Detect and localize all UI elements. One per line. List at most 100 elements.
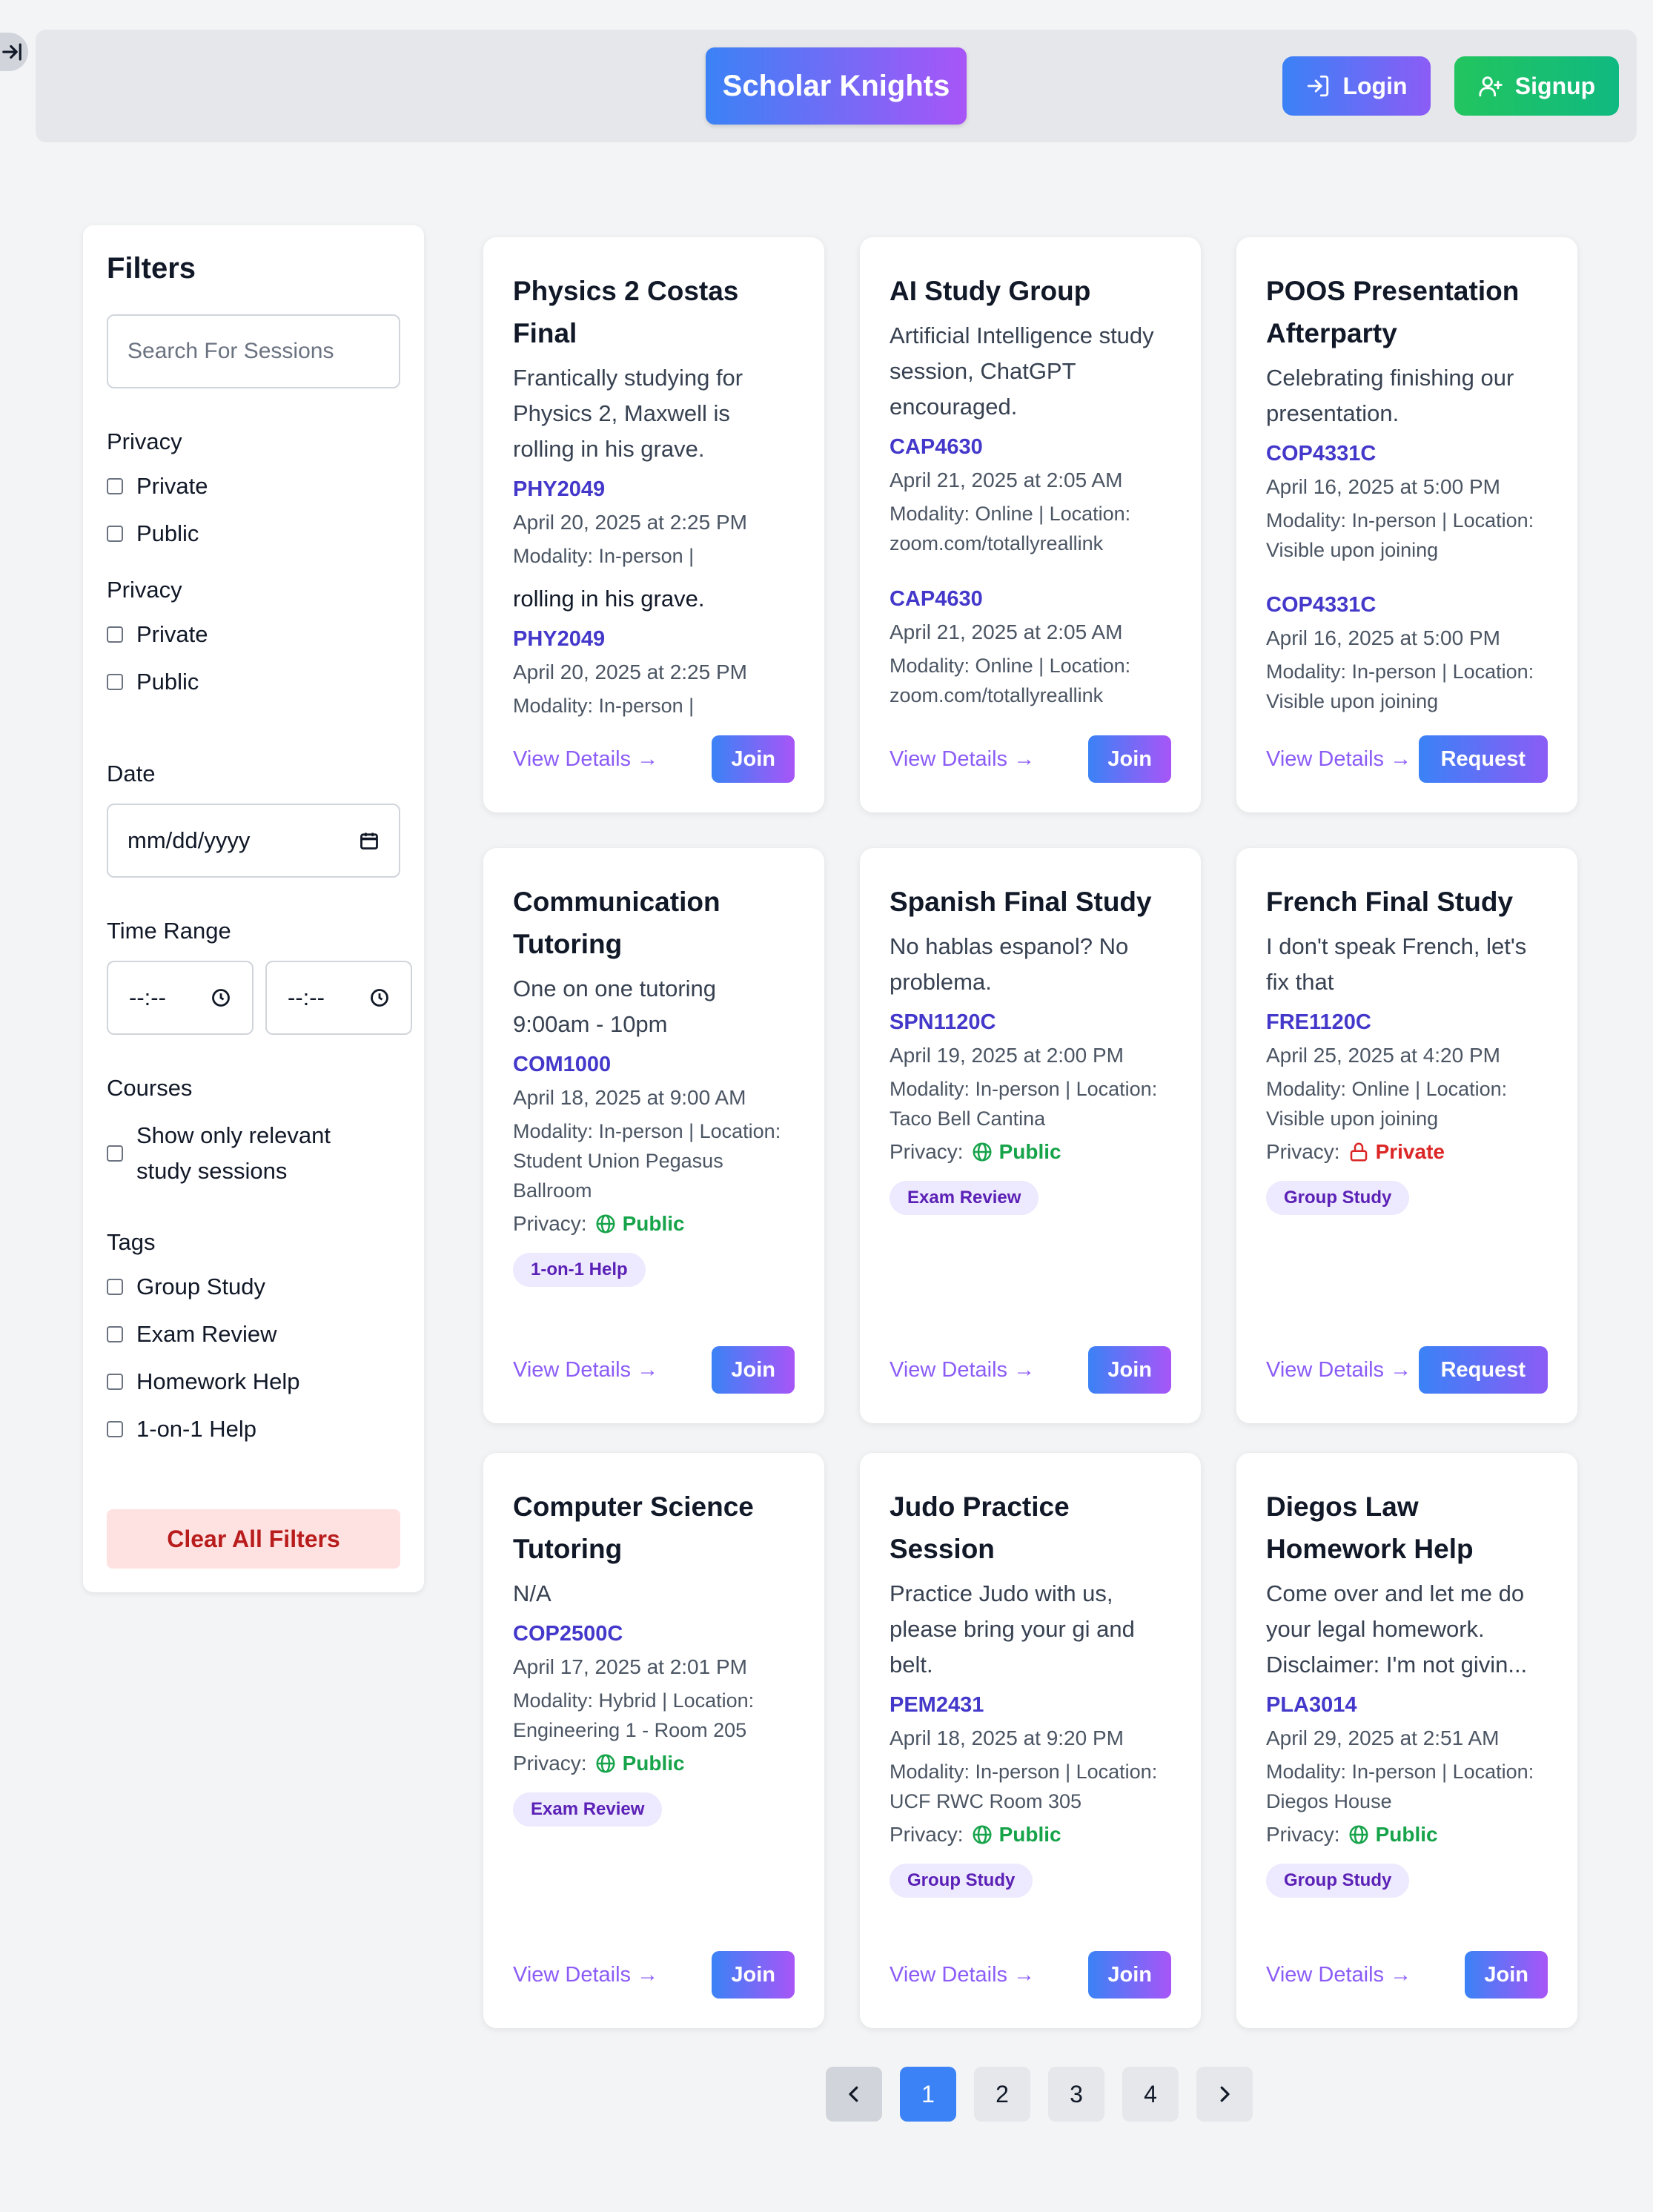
session-title: Spanish Final Study: [890, 887, 1152, 917]
checkbox-label: Exam Review: [136, 1321, 277, 1347]
login-label: Login: [1342, 72, 1408, 99]
session-title: Physics 2 Costas Final: [513, 276, 739, 348]
course-code: PLA3014: [1266, 1693, 1357, 1717]
signup-button[interactable]: Signup: [1454, 56, 1619, 116]
privacy-label: Privacy:: [1266, 1823, 1340, 1846]
brand-logo[interactable]: Scholar Knights: [706, 47, 967, 125]
privacy-public-checkbox[interactable]: Public: [107, 520, 199, 547]
join-button[interactable]: Join: [1465, 1951, 1548, 1999]
join-button[interactable]: Join: [712, 1346, 795, 1394]
privacy-public-badge: Public: [971, 1136, 1061, 1168]
session-title: POOS Presentation Afterparty: [1266, 276, 1520, 348]
course-code-overflow: PHY2049: [513, 627, 606, 651]
login-button[interactable]: Login: [1282, 56, 1431, 116]
join-button[interactable]: Join: [1088, 1346, 1171, 1394]
page-button-4[interactable]: 4: [1122, 2067, 1179, 2122]
globe-icon: [973, 1825, 992, 1844]
session-title: Diegos Law Homework Help: [1266, 1491, 1474, 1564]
privacy-value: Public: [622, 1212, 685, 1235]
session-modality: Modality: Online | Location: zoom.com/to…: [890, 503, 1131, 554]
join-button[interactable]: Join: [1088, 735, 1171, 783]
join-button[interactable]: Join: [712, 1951, 795, 1999]
tag-chip: Group Study: [1266, 1864, 1410, 1898]
lock-icon: [1350, 1142, 1367, 1162]
view-details-link[interactable]: View Details →: [513, 1963, 658, 1987]
clock-icon[interactable]: [211, 987, 231, 1008]
time-start-input[interactable]: --:--: [107, 961, 254, 1035]
session-title: Judo Practice Session: [890, 1491, 1070, 1564]
session-date-overflow: April 16, 2025 at 5:00 PM: [1266, 626, 1500, 649]
session-description-overflow: rolling in his grave.: [513, 586, 705, 612]
checkbox-box[interactable]: [107, 1145, 123, 1162]
checkbox-label: Private: [136, 473, 208, 499]
session-card: French Final Study I don't speak French,…: [1236, 848, 1577, 1423]
session-card: Physics 2 Costas Final Frantically study…: [483, 237, 824, 812]
checkbox-box[interactable]: [107, 1421, 123, 1437]
session-modality: Modality: Hybrid | Location: Engineering…: [513, 1689, 755, 1741]
course-code: FRE1120C: [1266, 1010, 1371, 1034]
date-input[interactable]: mm/dd/yyyy: [107, 804, 400, 878]
privacy-private-checkbox-duplicate[interactable]: Private: [107, 621, 208, 648]
privacy-label: Privacy:: [890, 1140, 964, 1163]
time-end-input[interactable]: --:--: [265, 961, 412, 1035]
join-button[interactable]: Join: [1088, 1951, 1171, 1999]
view-details-link[interactable]: View Details →: [890, 1963, 1035, 1987]
card-footer: View Details → Join: [890, 735, 1171, 783]
privacy-row: Privacy: Public: [890, 1136, 1174, 1168]
course-code: COP2500C: [513, 1622, 623, 1646]
checkbox-box[interactable]: [107, 1374, 123, 1390]
page-button-1[interactable]: 1: [900, 2067, 956, 2122]
tag-1on1-help-checkbox[interactable]: 1-on-1 Help: [107, 1416, 256, 1443]
globe-icon: [1349, 1825, 1368, 1844]
tag-exam-review-checkbox[interactable]: Exam Review: [107, 1321, 277, 1348]
next-page-button[interactable]: [1196, 2067, 1253, 2122]
session-modality: Modality: In-person | Location: Student …: [513, 1120, 781, 1202]
privacy-public-checkbox-duplicate[interactable]: Public: [107, 669, 199, 695]
session-date: April 29, 2025 at 2:51 AM: [1266, 1726, 1500, 1749]
clock-icon[interactable]: [369, 987, 390, 1008]
globe-icon: [596, 1754, 615, 1773]
relevant-sessions-checkbox[interactable]: Show only relevant study sessions: [107, 1118, 351, 1189]
request-button[interactable]: Request: [1418, 735, 1548, 783]
date-heading: Date: [107, 761, 156, 787]
search-input[interactable]: Search For Sessions: [107, 314, 400, 388]
card-footer: View Details → Join: [890, 1346, 1171, 1394]
tag-group-study-checkbox[interactable]: Group Study: [107, 1274, 265, 1300]
card-footer: View Details → Request: [1266, 1346, 1548, 1394]
filters-title: Filters: [107, 252, 196, 285]
session-modality: Modality: Online | Location: Visible upo…: [1266, 1078, 1508, 1130]
view-details-link[interactable]: View Details →: [890, 747, 1035, 772]
session-card: POOS Presentation Afterparty Celebrating…: [1236, 237, 1577, 812]
previous-page-button[interactable]: [826, 2067, 882, 2122]
session-date: April 18, 2025 at 9:20 PM: [890, 1726, 1124, 1749]
checkbox-box[interactable]: [107, 526, 123, 542]
privacy-private-checkbox[interactable]: Private: [107, 473, 208, 500]
page-button-2[interactable]: 2: [974, 2067, 1030, 2122]
privacy-public-badge: Public: [594, 1208, 685, 1239]
request-button[interactable]: Request: [1418, 1346, 1548, 1394]
view-details-link[interactable]: View Details →: [1266, 1358, 1411, 1382]
privacy-public-badge: Public: [1348, 1819, 1438, 1850]
session-date: April 19, 2025 at 2:00 PM: [890, 1044, 1124, 1067]
tag-homework-help-checkbox[interactable]: Homework Help: [107, 1368, 300, 1395]
view-details-link[interactable]: View Details →: [1266, 747, 1411, 772]
tag-chip: Group Study: [1266, 1181, 1410, 1215]
view-details-link[interactable]: View Details →: [1266, 1963, 1411, 1987]
sidebar-toggle-button[interactable]: [0, 33, 28, 71]
page-button-3[interactable]: 3: [1048, 2067, 1104, 2122]
view-details-link[interactable]: View Details →: [890, 1358, 1035, 1382]
join-button[interactable]: Join: [712, 735, 795, 783]
view-details-link[interactable]: View Details →: [513, 1358, 658, 1382]
checkbox-box[interactable]: [107, 626, 123, 643]
checkbox-box[interactable]: [107, 674, 123, 690]
view-details-link[interactable]: View Details →: [513, 747, 658, 772]
checkbox-box[interactable]: [107, 1279, 123, 1295]
time-placeholder: --:--: [129, 984, 166, 1010]
course-code: SPN1120C: [890, 1010, 996, 1034]
session-date: April 20, 2025 at 2:25 PM: [513, 511, 747, 534]
session-description: Practice Judo with us, please bring your…: [890, 1580, 1135, 1678]
checkbox-box[interactable]: [107, 1326, 123, 1342]
calendar-icon[interactable]: [359, 830, 380, 851]
checkbox-box[interactable]: [107, 478, 123, 494]
clear-filters-button[interactable]: Clear All Filters: [107, 1509, 400, 1569]
